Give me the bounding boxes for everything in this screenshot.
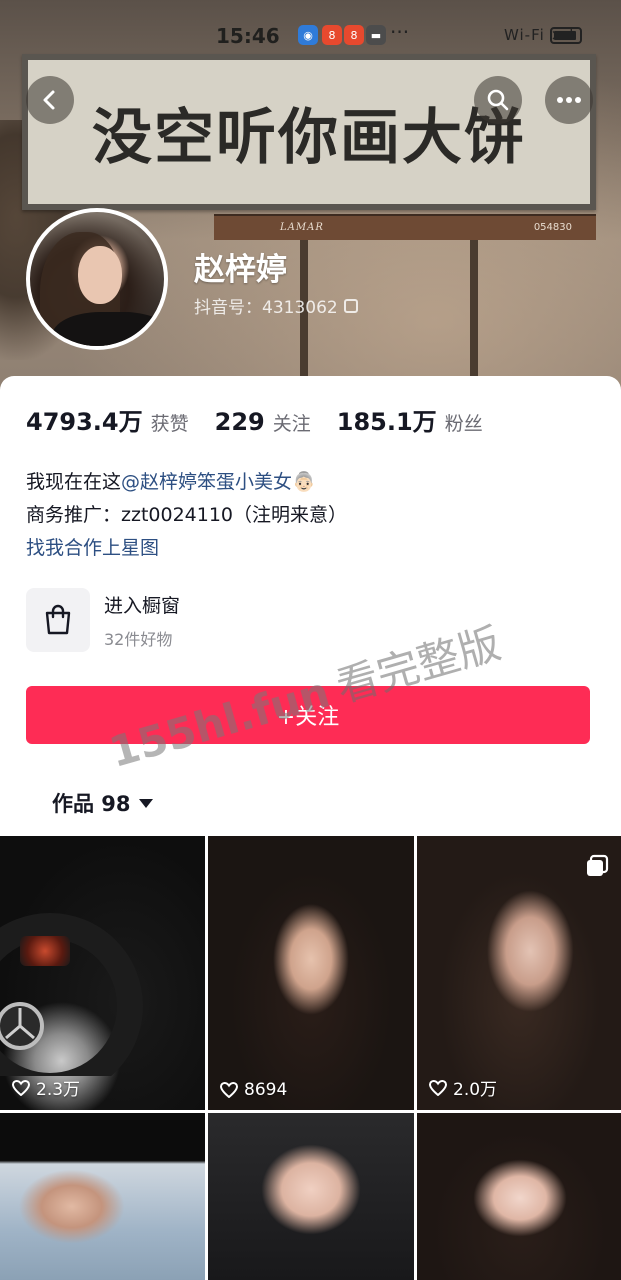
app-badge-icon: ▬ — [366, 25, 386, 45]
stat-following-label: 关注 — [272, 413, 311, 435]
safari-badge-icon: ◉ — [298, 25, 318, 45]
app-badge-icon: 8 — [322, 25, 342, 45]
heart-outline-icon — [12, 1079, 30, 1096]
tile-likes-count: 8694 — [244, 1080, 288, 1100]
caret-down-icon — [138, 798, 153, 808]
shop-subtitle: 32件好物 — [104, 629, 173, 649]
shop-title: 进入橱窗 — [104, 594, 181, 617]
multi-image-icon — [587, 854, 609, 876]
douyin-id-text: 抖音号：4313062 — [194, 298, 338, 318]
dashboard-display — [20, 936, 70, 966]
stat-likes[interactable]: 4793.4万 获赞 — [26, 402, 189, 437]
stats-row: 4793.4万 获赞 229 关注 185.1万 粉丝 — [26, 402, 509, 437]
back-button[interactable] — [26, 76, 74, 124]
bio-emoji: 👵🏻 — [292, 471, 316, 493]
douyin-id[interactable]: 抖音号：4313062 — [194, 293, 358, 318]
follow-button[interactable]: +关注 — [26, 686, 590, 744]
video-tile[interactable]: 2.3万 — [0, 836, 205, 1110]
chevron-left-icon — [43, 90, 55, 110]
bio-mention-link[interactable]: @赵梓婷笨蛋小美女 — [121, 471, 292, 493]
steering-wheel-graphic — [0, 913, 143, 1076]
stat-following[interactable]: 229 关注 — [215, 408, 311, 436]
billboard-brand: LAMAR — [280, 222, 324, 233]
video-tile[interactable] — [417, 1113, 621, 1280]
cover-billboard: 没空听你画大饼 — [22, 54, 596, 210]
heart-outline-icon — [220, 1082, 238, 1098]
status-bar: 15:46 ◉ 8 8 ▬ ··· Wi-Fi ×ıl — [0, 0, 621, 64]
tile-likes-count: 2.0万 — [453, 1080, 498, 1100]
shop-window-entry[interactable]: 进入橱窗 32件好物 — [26, 588, 180, 652]
tab-works-label: 作品 98 — [52, 792, 131, 816]
heart-outline-icon — [429, 1079, 447, 1096]
cover-slogan: 没空听你画大饼 — [92, 102, 526, 173]
more-horizontal-icon — [557, 97, 581, 103]
app-badge-icon: 8 — [344, 25, 364, 45]
shop-texts: 进入橱窗 32件好物 — [104, 591, 180, 650]
xingtu-link[interactable]: 找我合作上星图 — [26, 532, 347, 565]
billboard-base: LAMAR 054830 — [214, 214, 596, 240]
billboard-code: 054830 — [533, 222, 572, 233]
avatar-shirt — [52, 312, 164, 346]
stat-likes-label: 获赞 — [150, 413, 189, 435]
video-tile[interactable]: 2.0万 — [417, 836, 621, 1110]
stat-followers-label: 粉丝 — [444, 413, 483, 435]
tile-likes: 8694 — [220, 1080, 287, 1100]
bio-line-1: 我现在在这@赵梓婷笨蛋小美女👵🏻 — [26, 466, 347, 499]
status-time: 15:46 — [216, 24, 280, 48]
video-tile[interactable] — [208, 1113, 414, 1280]
tile-likes: 2.0万 — [429, 1075, 497, 1100]
copy-icon[interactable] — [343, 298, 358, 313]
tile-likes: 2.3万 — [12, 1075, 80, 1100]
tab-works[interactable]: 作品 98 — [52, 788, 153, 818]
profile-card: 4793.4万 获赞 229 关注 185.1万 粉丝 我现在在这@赵梓婷笨蛋小… — [0, 376, 621, 836]
stat-following-number: 229 — [214, 408, 265, 436]
avatar[interactable] — [26, 208, 168, 350]
tile-likes-count: 2.3万 — [36, 1080, 81, 1100]
more-button[interactable] — [545, 76, 593, 124]
stat-followers[interactable]: 185.1万 粉丝 — [337, 402, 483, 437]
shopping-bag-icon — [45, 604, 71, 635]
shop-icon-box — [26, 588, 90, 652]
status-more-icon: ··· — [390, 20, 410, 44]
profile-bio: 我现在在这@赵梓婷笨蛋小美女👵🏻 商务推广：zzt0024110（注明来意） 找… — [26, 466, 347, 565]
billboard-pole — [470, 240, 478, 380]
profile-nickname: 赵梓婷 — [194, 252, 287, 288]
bio-line-2: 商务推广：zzt0024110（注明来意） — [26, 504, 348, 526]
stat-likes-number: 4793.4万 — [26, 408, 143, 436]
works-grid: 2.3万 8694 2.0万 — [0, 836, 621, 1280]
bio-line-1-prefix: 我现在在这 — [26, 471, 122, 493]
video-tile[interactable]: 8694 — [208, 836, 414, 1110]
stat-followers-number: 185.1万 — [336, 408, 437, 436]
video-tile[interactable] — [0, 1113, 205, 1280]
avatar-face — [78, 246, 122, 304]
search-button[interactable] — [474, 76, 522, 124]
battery-icon — [550, 27, 582, 44]
search-icon — [487, 89, 509, 111]
